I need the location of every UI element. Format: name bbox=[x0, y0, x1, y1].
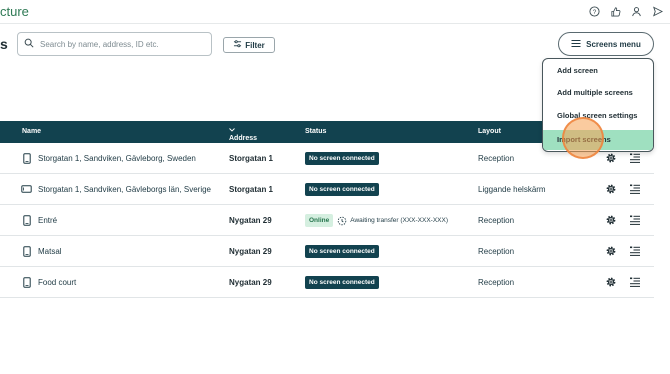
svg-text:?: ? bbox=[592, 8, 596, 15]
address-header-label: Address bbox=[229, 135, 258, 142]
brand-name: cture bbox=[0, 4, 29, 19]
help-icon[interactable]: ? bbox=[587, 4, 601, 18]
screen-name[interactable]: Storgatan 1, Sandviken, Gävleborg, Swede… bbox=[38, 154, 196, 163]
search-box[interactable] bbox=[17, 32, 212, 56]
chevron-down-icon bbox=[229, 128, 235, 132]
menu-item-add-multiple-screens[interactable]: Add multiple screens bbox=[543, 83, 653, 103]
menu-item-add-screen[interactable]: Add screen bbox=[543, 61, 653, 81]
screen-address: Storgatan 1 bbox=[229, 154, 274, 163]
portrait-screen-icon bbox=[23, 246, 31, 259]
awaiting-transfer-text: Awaiting transfer (XXX-XXX-XXX) bbox=[350, 217, 449, 224]
list-icon[interactable] bbox=[629, 152, 641, 166]
status-cell: No screen connected bbox=[305, 183, 379, 196]
screen-name[interactable]: Entré bbox=[38, 216, 57, 225]
page-title: s bbox=[0, 36, 8, 52]
gear-icon[interactable] bbox=[605, 245, 617, 259]
status-badge: No screen connected bbox=[305, 276, 379, 289]
screen-layout: Reception bbox=[478, 278, 515, 287]
list-icon[interactable] bbox=[629, 276, 641, 290]
screens-menu-button[interactable]: Screens menu bbox=[558, 32, 654, 56]
menu-item-global-screen-settings[interactable]: Global screen settings bbox=[543, 106, 653, 126]
screen-layout: Reception bbox=[478, 154, 515, 163]
list-icon[interactable] bbox=[629, 183, 641, 197]
table-row[interactable]: Entré Nygatan 29 Online Awaiting transfe… bbox=[0, 205, 654, 236]
status-cell: No screen connected bbox=[305, 152, 379, 165]
status-cell: No screen connected bbox=[305, 245, 379, 258]
list-icon[interactable] bbox=[629, 245, 641, 259]
gear-icon[interactable] bbox=[605, 183, 617, 197]
send-icon[interactable] bbox=[650, 4, 664, 18]
loading-spinner-icon bbox=[337, 216, 347, 225]
table-row[interactable]: Food court Nygatan 29 No screen connecte… bbox=[0, 267, 654, 298]
gear-icon[interactable] bbox=[605, 214, 617, 228]
search-input[interactable] bbox=[40, 39, 200, 49]
screen-address: Storgatan 1 bbox=[229, 185, 274, 194]
column-header-layout[interactable]: Layout bbox=[478, 128, 501, 135]
portrait-screen-icon bbox=[23, 153, 31, 166]
screen-layout: Liggande helskärm bbox=[478, 185, 546, 194]
screen-name[interactable]: Food court bbox=[38, 278, 76, 287]
screens-menu-label: Screens menu bbox=[586, 39, 641, 49]
thumbs-up-icon[interactable] bbox=[608, 4, 622, 18]
screen-address: Nygatan 29 bbox=[229, 278, 272, 287]
search-icon bbox=[24, 35, 34, 53]
screen-layout: Reception bbox=[478, 216, 515, 225]
landscape-screen-icon bbox=[21, 185, 32, 195]
top-bar: cture ? bbox=[0, 0, 670, 24]
filter-icon bbox=[233, 40, 242, 50]
table-row[interactable]: Matsal Nygatan 29 No screen connected Re… bbox=[0, 236, 654, 267]
hamburger-icon bbox=[571, 39, 581, 50]
gear-icon[interactable] bbox=[605, 276, 617, 290]
table-row[interactable]: Storgatan 1, Sandviken, Gävleborgs län, … bbox=[0, 174, 654, 205]
filter-label: Filter bbox=[245, 40, 265, 50]
filter-button[interactable]: Filter bbox=[223, 37, 275, 53]
column-header-address[interactable]: Address bbox=[229, 128, 257, 142]
screen-name[interactable]: Storgatan 1, Sandviken, Gävleborgs län, … bbox=[38, 185, 211, 194]
list-icon[interactable] bbox=[629, 214, 641, 228]
screen-address: Nygatan 29 bbox=[229, 247, 272, 256]
user-icon[interactable] bbox=[629, 4, 643, 18]
top-icons: ? bbox=[587, 4, 664, 18]
column-header-status[interactable]: Status bbox=[305, 128, 326, 135]
menu-item-import-screens[interactable]: Import screens bbox=[543, 130, 653, 150]
screen-name[interactable]: Matsal bbox=[38, 247, 62, 256]
online-badge: Online bbox=[305, 214, 334, 227]
status-badge: No screen connected bbox=[305, 245, 379, 258]
screens-menu-dropdown: Add screen Add multiple screens Global s… bbox=[542, 58, 654, 152]
portrait-screen-icon bbox=[23, 277, 31, 290]
screen-layout: Reception bbox=[478, 247, 515, 256]
status-cell: No screen connected bbox=[305, 276, 379, 289]
gear-icon[interactable] bbox=[605, 152, 617, 166]
portrait-screen-icon bbox=[23, 215, 31, 228]
column-header-name[interactable]: Name bbox=[22, 128, 41, 135]
status-badge: No screen connected bbox=[305, 152, 379, 165]
awaiting-transfer: Awaiting transfer (XXX-XXX-XXX) bbox=[337, 216, 448, 226]
status-badge: No screen connected bbox=[305, 183, 379, 196]
status-cell: Online Awaiting transfer (XXX-XXX-XXX) bbox=[305, 214, 448, 227]
screen-address: Nygatan 29 bbox=[229, 216, 272, 225]
